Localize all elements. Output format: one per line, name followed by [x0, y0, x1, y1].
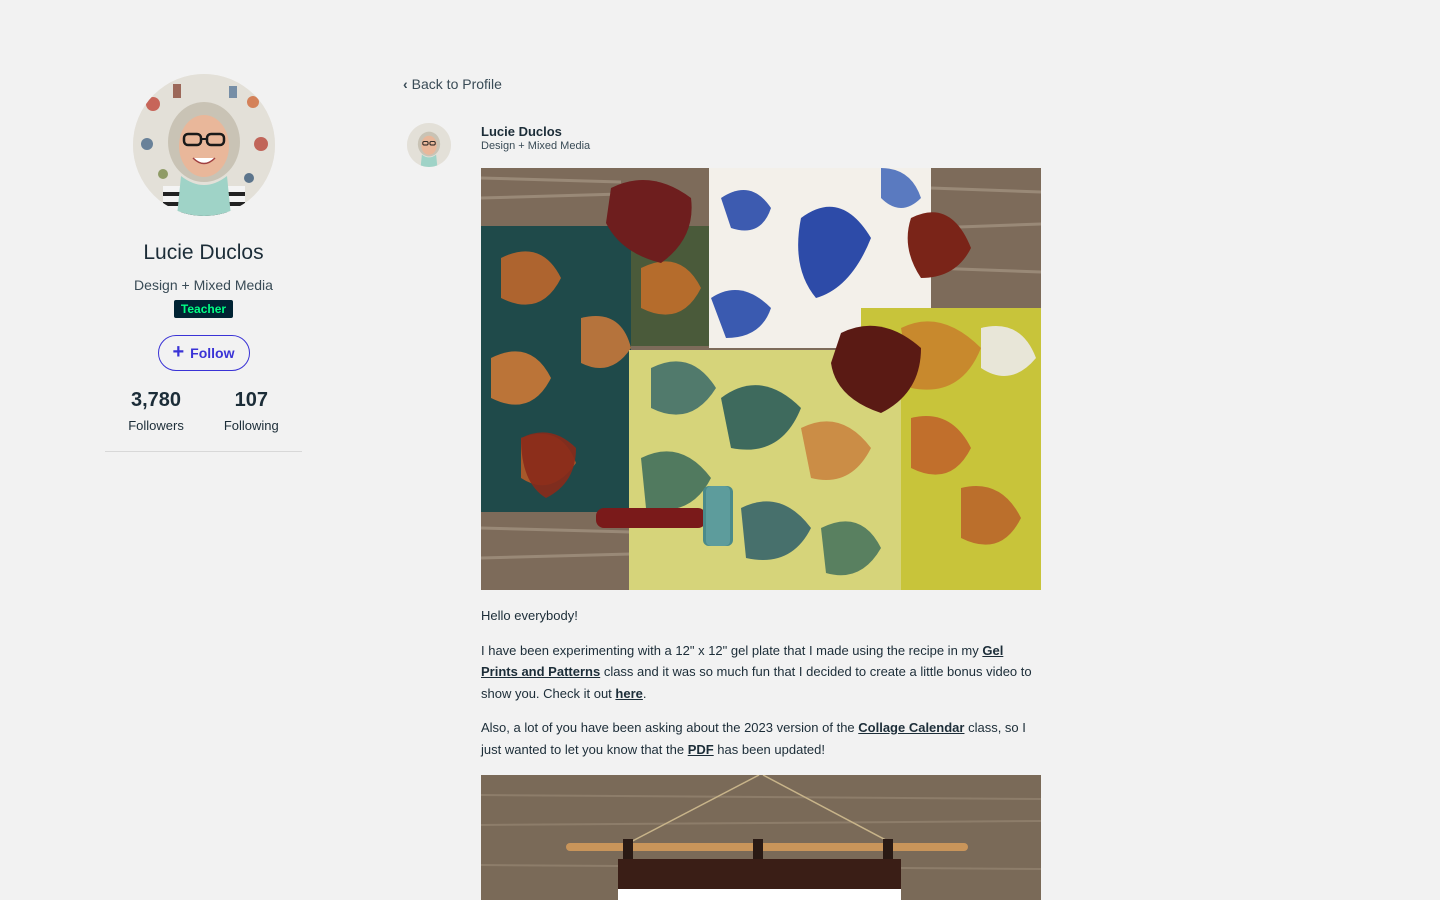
post-image-wall-hanging[interactable] — [481, 775, 1041, 900]
profile-avatar[interactable] — [132, 74, 275, 216]
post-image-leaf-collage[interactable] — [481, 168, 1041, 590]
chevron-left-icon: ‹ — [403, 76, 408, 92]
post-p1-text-a: I have been experimenting with a 12" x 1… — [481, 642, 983, 658]
profile-card: Lucie Duclos Design + Mixed Media Teache… — [105, 74, 302, 452]
follow-button-label: Follow — [190, 345, 235, 361]
post-author-name[interactable]: Lucie Duclos — [481, 124, 562, 139]
post-greeting: Hello everybody! — [481, 608, 578, 623]
profile-stats: 3,780 Followers 107 Following — [128, 389, 279, 433]
teacher-badge: Teacher — [173, 300, 234, 318]
collage-calendar-link[interactable]: Collage Calendar — [858, 720, 964, 735]
following-count: 107 — [234, 389, 268, 411]
leaf-collage-artwork — [481, 168, 1041, 590]
follow-button[interactable]: + Follow — [157, 335, 250, 371]
post-paragraph-2: Also, a lot of you have been asking abou… — [481, 717, 1043, 760]
post-p2-text-c: has been updated! — [713, 741, 826, 757]
post-author-subtitle: Design + Mixed Media — [481, 140, 591, 152]
back-to-profile-link[interactable]: ‹ Back to Profile — [403, 76, 502, 92]
followers-label: Followers — [128, 418, 184, 433]
profile-avatar-image — [132, 74, 275, 216]
back-to-profile-label: Back to Profile — [411, 76, 502, 92]
following-label: Following — [223, 418, 279, 433]
profile-subtitle: Design + Mixed Media — [134, 277, 273, 293]
post-author-avatar-image — [407, 123, 451, 167]
pdf-link[interactable]: PDF — [688, 742, 714, 757]
profile-name: Lucie Duclos — [143, 241, 264, 264]
followers-stat[interactable]: 3,780 Followers — [128, 389, 184, 433]
post-p2-text-a: Also, a lot of you have been asking abou… — [481, 720, 859, 735]
plus-icon: + — [172, 341, 185, 363]
post-body: Hello everybody! I have been experimenti… — [481, 605, 1043, 773]
post-paragraph-1: I have been experimenting with a 12" x 1… — [481, 640, 1043, 705]
following-stat[interactable]: 107 Following — [224, 389, 279, 433]
post-author-avatar[interactable] — [407, 123, 451, 167]
followers-count: 3,780 — [131, 389, 182, 411]
wall-hanging-artwork — [481, 775, 1041, 900]
post-p1-text-c: . — [642, 685, 647, 701]
here-link[interactable]: here — [615, 686, 642, 701]
